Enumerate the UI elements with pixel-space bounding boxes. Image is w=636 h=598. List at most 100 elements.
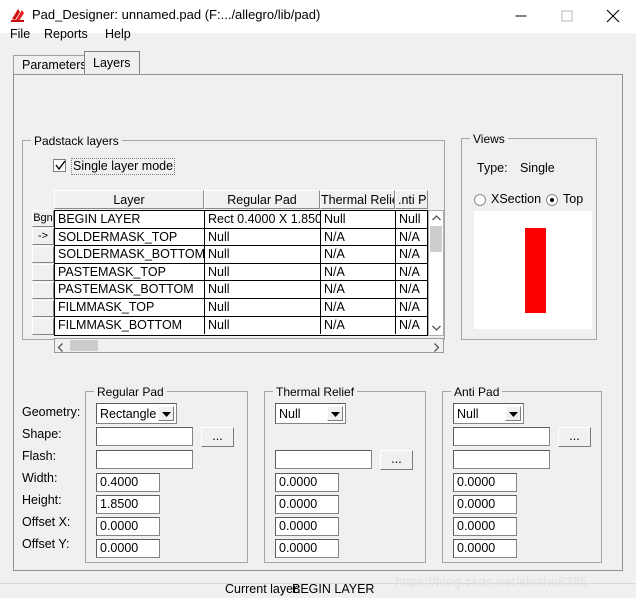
- thermal-relief-offset-y-input[interactable]: 0.0000: [275, 539, 339, 558]
- row-button-bgn[interactable]: Bgn: [32, 210, 54, 227]
- cell-thermal-relief: N/A: [321, 316, 396, 335]
- row-button-4[interactable]: [32, 264, 54, 281]
- table-row[interactable]: PASTEMASK_BOTTOM Null N/A N/A: [55, 281, 427, 299]
- menu-reports[interactable]: Reports: [40, 24, 92, 44]
- thermal-relief-geometry-value: Null: [279, 407, 301, 421]
- regular-pad-width-input[interactable]: 0.4000: [96, 473, 160, 492]
- anti-pad-shape-input[interactable]: [453, 427, 550, 446]
- anti-pad-geometry-select[interactable]: Null: [453, 403, 524, 424]
- cell-anti-pad: N/A: [399, 282, 420, 297]
- regular-pad-geometry-select[interactable]: Rectangle: [96, 403, 177, 424]
- single-layer-mode-checkbox[interactable]: [53, 159, 66, 172]
- table-row[interactable]: FILMMASK_BOTTOM Null N/A N/A: [55, 316, 427, 335]
- menu-file[interactable]: File: [6, 24, 34, 44]
- anti-pad-shape-browse-button[interactable]: ...: [558, 427, 591, 447]
- column-header-layer[interactable]: Layer: [54, 190, 204, 209]
- row-button-6[interactable]: [32, 300, 54, 317]
- thermal-relief-legend: Thermal Relief: [273, 385, 358, 399]
- label-height: Height:: [22, 493, 62, 507]
- anti-pad-flash-input[interactable]: [453, 450, 550, 469]
- chevron-up-icon: [432, 215, 441, 221]
- table-vertical-scrollbar[interactable]: [428, 210, 444, 336]
- cell-thermal-relief: N/A: [321, 263, 396, 281]
- cell-regular-pad: Null: [205, 281, 321, 298]
- column-header-regular-pad[interactable]: Regular Pad: [204, 190, 320, 209]
- table-horizontal-scrollbar[interactable]: [54, 338, 444, 353]
- label-geometry: Geometry:: [22, 405, 81, 419]
- client-area: Parameters Layers Padstack layers Single…: [0, 46, 636, 596]
- radio-xsection[interactable]: [474, 194, 486, 206]
- thermal-relief-flash-browse-button[interactable]: ...: [380, 450, 413, 470]
- radio-xsection-label[interactable]: XSection: [491, 192, 541, 206]
- anti-pad-legend: Anti Pad: [451, 385, 503, 399]
- anti-pad-group: Anti Pad Null ... 0.0000 0.0000 0.0000 0…: [442, 385, 602, 563]
- radio-top[interactable]: [546, 194, 558, 206]
- single-layer-mode-label[interactable]: Single layer mode: [71, 158, 176, 175]
- column-header-thermal-relief[interactable]: Thermal Relief: [320, 190, 395, 209]
- cell-thermal-relief: N/A: [321, 228, 396, 246]
- cell-anti-pad: N/A: [399, 247, 420, 262]
- regular-pad-offset-y-input[interactable]: 0.0000: [96, 539, 160, 558]
- cell-regular-pad: Null: [205, 263, 321, 281]
- regular-pad-shape-input[interactable]: [96, 427, 193, 446]
- row-button-5[interactable]: [32, 282, 54, 299]
- label-width: Width:: [22, 471, 58, 485]
- maximize-icon: [561, 10, 573, 21]
- scroll-thumb-vertical[interactable]: [430, 226, 442, 252]
- anti-pad-offset-x-input[interactable]: 0.0000: [453, 517, 517, 536]
- chevron-down-icon[interactable]: [158, 406, 174, 421]
- cell-layer: SOLDERMASK_BOTTOM: [55, 246, 205, 263]
- regular-pad-legend: Regular Pad: [94, 385, 167, 399]
- anti-pad-offset-y-input[interactable]: 0.0000: [453, 539, 517, 558]
- scroll-left-button[interactable]: [57, 341, 64, 355]
- watermark-text: https://blog.csdn.net/shishu8385: [395, 574, 588, 589]
- row-button-arrow[interactable]: ->: [32, 228, 54, 245]
- column-header-anti-pad[interactable]: .nti Pad: [395, 190, 428, 209]
- table-row[interactable]: PASTEMASK_TOP Null N/A N/A: [55, 263, 427, 282]
- window-title: Pad_Designer: unnamed.pad (F:.../allegro…: [32, 7, 321, 22]
- menu-help[interactable]: Help: [101, 24, 135, 44]
- thermal-relief-height-input[interactable]: 0.0000: [275, 495, 339, 514]
- label-shape: Shape:: [22, 427, 62, 441]
- thermal-relief-group: Thermal Relief Null ... 0.0000 0.0000 0.…: [264, 385, 426, 563]
- chevron-down-icon[interactable]: [327, 406, 343, 421]
- row-button-3[interactable]: [32, 246, 54, 263]
- label-flash: Flash:: [22, 449, 57, 463]
- pad-preview-canvas: [474, 211, 592, 329]
- cell-regular-pad: Null: [205, 228, 321, 246]
- table-row[interactable]: SOLDERMASK_BOTTOM Null N/A N/A: [55, 246, 427, 264]
- radio-top-dot: [550, 198, 554, 202]
- regular-pad-height-input[interactable]: 1.8500: [96, 495, 160, 514]
- padstack-grid: BEGIN LAYER Rect 0.4000 X 1.8500 Null Nu…: [54, 210, 428, 336]
- table-row[interactable]: FILMMASK_TOP Null N/A N/A: [55, 298, 427, 317]
- cell-layer: FILMMASK_BOTTOM: [55, 316, 205, 335]
- cell-layer: SOLDERMASK_TOP: [55, 228, 205, 246]
- thermal-relief-geometry-select[interactable]: Null: [275, 403, 346, 424]
- chevron-down-icon[interactable]: [505, 406, 521, 421]
- regular-pad-shape-browse-button[interactable]: ...: [201, 427, 234, 447]
- menu-bar: File Reports Help: [0, 24, 636, 46]
- radio-top-label[interactable]: Top: [563, 192, 583, 206]
- cell-thermal-relief: N/A: [321, 298, 396, 316]
- checkmark-icon: [55, 160, 66, 171]
- chevron-right-icon: [434, 343, 440, 352]
- cell-layer: FILMMASK_TOP: [55, 298, 205, 316]
- regular-pad-offset-x-input[interactable]: 0.0000: [96, 517, 160, 536]
- table-row[interactable]: SOLDERMASK_TOP Null N/A N/A: [55, 228, 427, 247]
- chevron-left-icon: [57, 343, 63, 352]
- thermal-relief-offset-x-input[interactable]: 0.0000: [275, 517, 339, 536]
- cell-layer: PASTEMASK_BOTTOM: [55, 281, 205, 298]
- thermal-relief-flash-input[interactable]: [275, 450, 372, 469]
- tab-layers[interactable]: Layers: [84, 51, 140, 74]
- scroll-up-button[interactable]: [429, 211, 443, 225]
- scroll-right-button[interactable]: [433, 341, 440, 355]
- row-button-7[interactable]: [32, 318, 54, 335]
- regular-pad-flash-input[interactable]: [96, 450, 193, 469]
- scroll-down-button[interactable]: [429, 321, 443, 335]
- cell-thermal-relief: N/A: [321, 281, 396, 298]
- scroll-thumb-horizontal[interactable]: [70, 340, 98, 351]
- anti-pad-height-input[interactable]: 0.0000: [453, 495, 517, 514]
- anti-pad-width-input[interactable]: 0.0000: [453, 473, 517, 492]
- thermal-relief-width-input[interactable]: 0.0000: [275, 473, 339, 492]
- table-row[interactable]: BEGIN LAYER Rect 0.4000 X 1.8500 Null Nu…: [55, 211, 427, 229]
